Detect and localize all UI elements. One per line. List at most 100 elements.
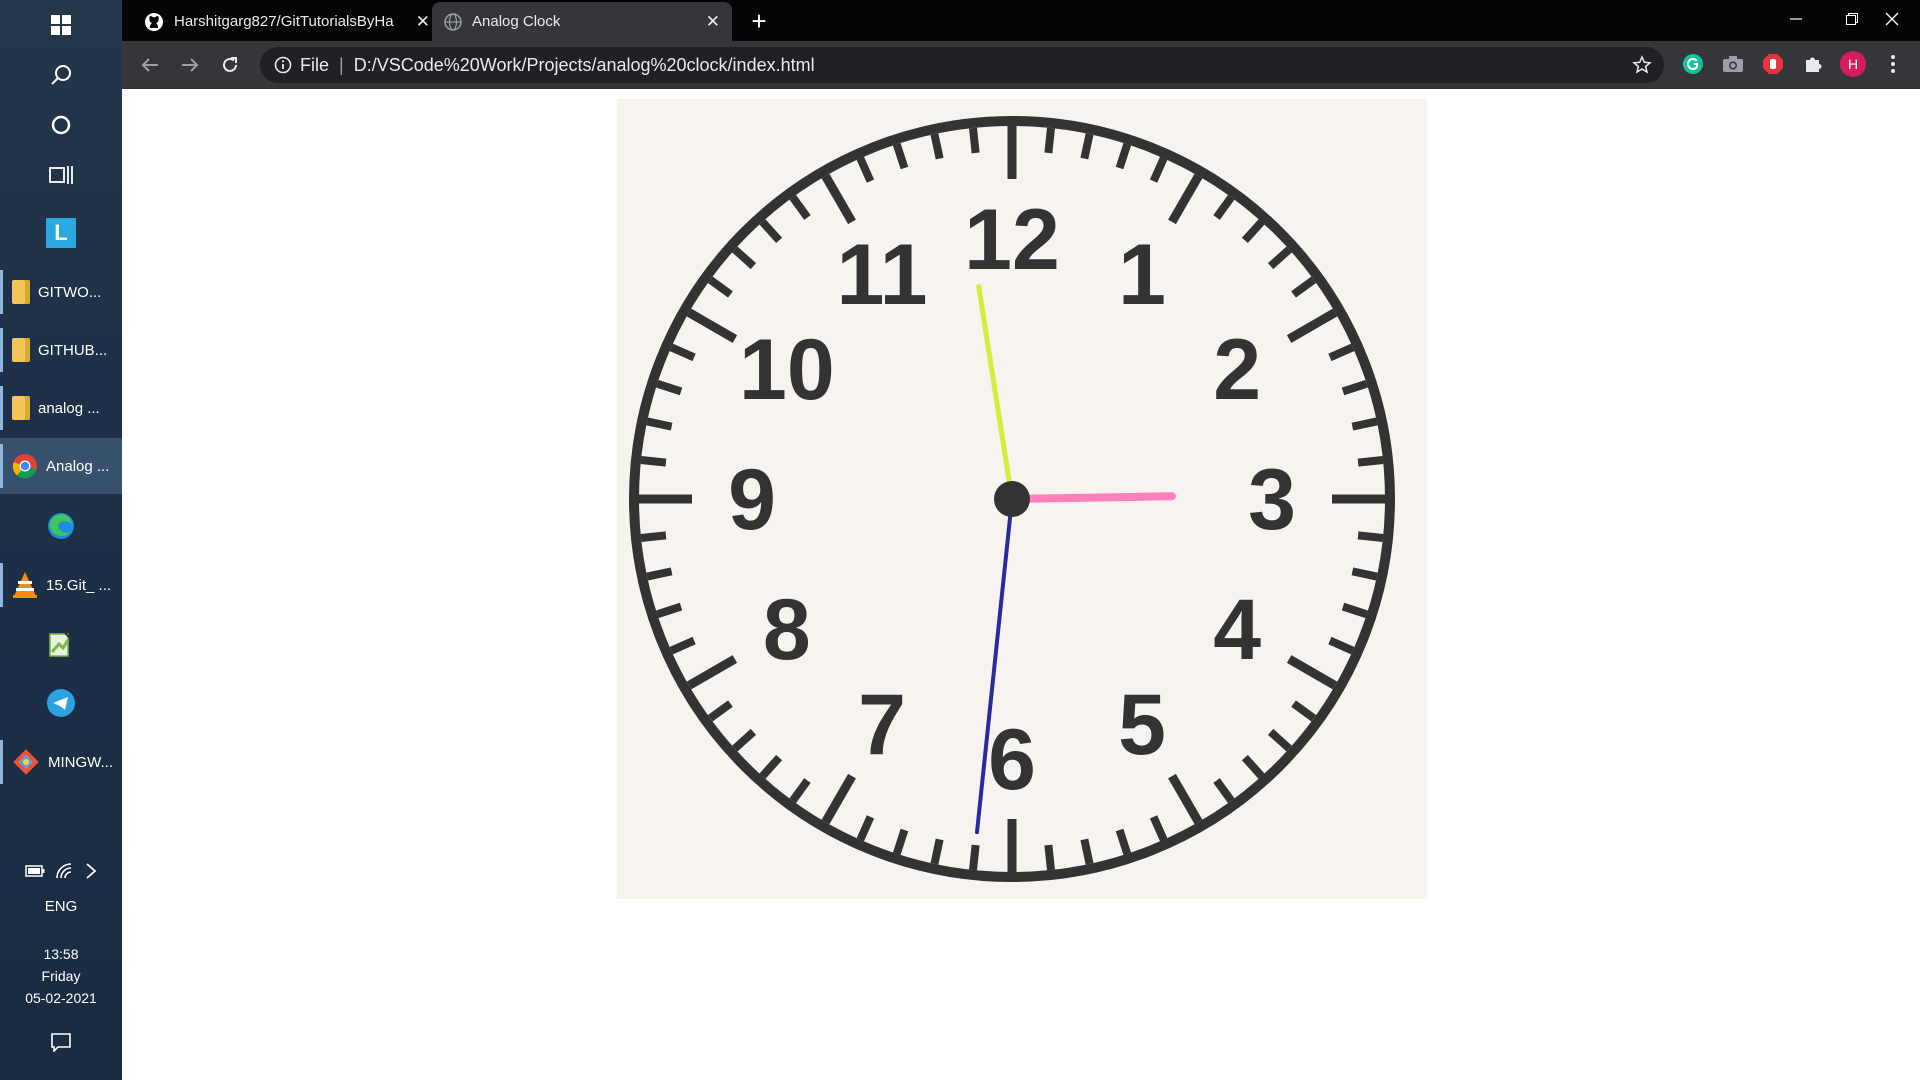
taskbar-app-gitwo[interactable]: GITWO... [0, 264, 122, 320]
minute-tick [646, 417, 673, 431]
taskbar-app-chrome[interactable]: Analog ... [0, 438, 122, 494]
info-icon[interactable] [274, 56, 292, 74]
clock-numeral: 4 [1213, 582, 1261, 678]
hour-tick [1168, 173, 1203, 225]
clock-numeral: 12 [964, 192, 1060, 288]
extensions-button[interactable] [1800, 51, 1826, 77]
minimize-button[interactable] [1768, 0, 1824, 38]
taskbar-app-label: MINGW... [48, 753, 113, 771]
folder-icon [12, 396, 30, 420]
restore-icon [1846, 13, 1858, 25]
vlc-icon [13, 572, 37, 598]
battery-icon[interactable] [25, 865, 45, 877]
forward-button[interactable] [174, 49, 206, 81]
camera-icon [1723, 56, 1743, 72]
bookmark-star-icon[interactable] [1632, 55, 1652, 75]
search-button[interactable] [0, 50, 122, 100]
taskbar-app-github[interactable]: GITHUB... [0, 322, 122, 378]
minute-tick [1351, 567, 1378, 581]
minute-tick [1115, 143, 1132, 170]
minute-tick [759, 754, 783, 779]
taskbar-app-vlc[interactable]: 15.Git_ ... [0, 557, 122, 613]
minute-tick [1149, 156, 1168, 183]
back-button[interactable] [134, 49, 166, 81]
git-bash-icon [13, 749, 39, 775]
tab-github[interactable]: Harshitgarg827/GitTutorialsByHa ✕ [132, 2, 442, 41]
tab-analog-clock[interactable]: Analog Clock ✕ [432, 2, 732, 41]
minute-tick [892, 828, 909, 855]
address-bar[interactable]: File | D:/VSCode%20Work/Projects/analog%… [260, 47, 1664, 83]
minute-tick [707, 700, 733, 722]
minute-tick [1080, 133, 1094, 160]
language-indicator[interactable]: ENG [0, 898, 122, 915]
taskbar-app-mingw[interactable]: MINGW... [0, 734, 122, 790]
taskbar-app-label: GITHUB... [38, 341, 108, 359]
clock-time[interactable]: 13:58 [0, 946, 122, 962]
minute-tick [732, 246, 757, 270]
minute-tick [707, 276, 733, 298]
taskbar-app-edge[interactable] [0, 500, 122, 552]
address-separator: | [339, 54, 344, 75]
minute-tick [1115, 828, 1132, 855]
hour-tick [821, 773, 856, 825]
page-viewport: 12 1 2 3 4 5 6 7 8 9 10 11 [122, 89, 1920, 1080]
task-view-button[interactable] [0, 150, 122, 200]
close-icon [1885, 12, 1899, 26]
adblock-extension[interactable] [1760, 51, 1786, 77]
taskbar-app-l[interactable]: L [0, 208, 122, 258]
minute-tick [789, 194, 811, 220]
minute-tick [1241, 219, 1265, 244]
folder-icon [12, 280, 30, 304]
url-text[interactable]: D:/VSCode%20Work/Projects/analog%20clock… [354, 55, 815, 76]
taskbar-app-analog-folder[interactable]: analog ... [0, 380, 122, 436]
minute-tick [669, 636, 696, 655]
grammarly-extension[interactable] [1680, 51, 1706, 77]
minute-tick [1044, 127, 1055, 154]
back-arrow-icon [141, 58, 158, 72]
minute-tick [969, 844, 980, 871]
screenshot-extension[interactable] [1720, 51, 1746, 77]
minute-tick [1080, 838, 1094, 865]
taskbar-app-telegram[interactable] [0, 677, 122, 729]
clock-numeral: 1 [1118, 227, 1166, 323]
clock-center-pin [994, 481, 1030, 517]
chevron-right-icon[interactable] [85, 862, 97, 880]
minute-tick [640, 456, 667, 467]
wifi-icon[interactable] [55, 862, 75, 880]
minute-tick [1328, 343, 1355, 362]
taskbar-app-notepad[interactable] [0, 618, 122, 670]
minute-tick [1149, 815, 1168, 842]
globe-icon [444, 12, 462, 31]
clock-face-image: 12 1 2 3 4 5 6 7 8 9 10 11 [617, 99, 1427, 899]
close-tab-icon[interactable]: ✕ [706, 12, 720, 32]
minute-tick [1357, 456, 1384, 467]
start-button[interactable] [0, 0, 122, 50]
l-app-icon: L [46, 218, 76, 248]
minute-tick [1341, 602, 1368, 619]
close-tab-icon[interactable]: ✕ [416, 12, 430, 32]
tab-title: Harshitgarg827/GitTutorialsByHa [174, 13, 394, 30]
hour-tick [686, 308, 738, 343]
close-window-button[interactable] [1864, 0, 1920, 38]
stop-hand-icon [1763, 54, 1783, 74]
hour-tick [1286, 655, 1338, 690]
hour-tick [686, 655, 738, 690]
profile-button[interactable]: H [1840, 51, 1866, 77]
reload-icon [223, 57, 237, 72]
clock-numeral: 11 [837, 227, 928, 323]
avatar: H [1840, 51, 1866, 77]
new-tab-button[interactable]: + [742, 4, 776, 38]
action-center-button[interactable] [0, 1018, 122, 1066]
taskbar-app-label: Analog ... [46, 457, 110, 475]
minute-tick [759, 219, 783, 244]
cortana-button[interactable] [0, 100, 122, 150]
minute-tick [1241, 754, 1265, 779]
reload-button[interactable] [214, 49, 246, 81]
scheme-label: File [300, 54, 330, 75]
clock-day[interactable]: Friday [0, 968, 122, 984]
clock-date[interactable]: 05-02-2021 [0, 990, 122, 1006]
minute-tick [1328, 636, 1355, 655]
chrome-menu-button[interactable] [1880, 51, 1906, 77]
taskbar-app-label: 15.Git_ ... [46, 576, 112, 594]
clock-numeral: 3 [1248, 452, 1296, 548]
